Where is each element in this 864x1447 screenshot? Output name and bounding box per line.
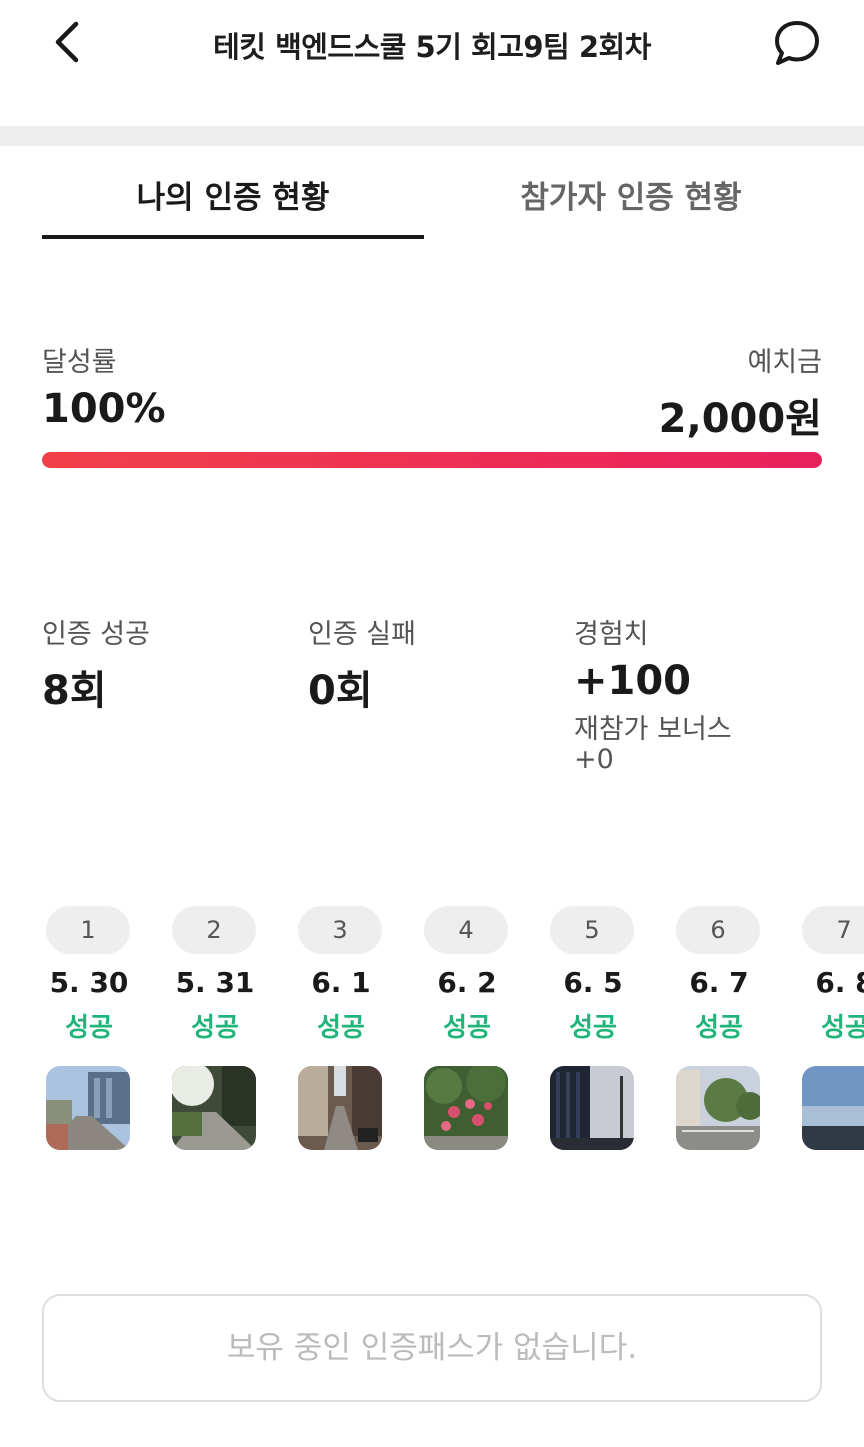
success-count: 8회 — [42, 668, 107, 714]
day-record: 5 6. 5 성공 — [550, 906, 636, 1150]
photo-thumbnail[interactable] — [550, 1066, 634, 1150]
photo-thumbnail[interactable] — [676, 1066, 760, 1150]
day-record: 4 6. 2 성공 — [424, 906, 510, 1150]
chevron-left-icon — [55, 21, 79, 63]
day-status: 성공 — [695, 1013, 743, 1043]
day-record: 6 6. 7 성공 — [676, 906, 762, 1150]
photo-thumbnail[interactable] — [802, 1066, 864, 1150]
success-label: 인증 성공 — [42, 619, 150, 650]
verification-pass-empty-message: 보유 중인 인증패스가 없습니다. — [42, 1294, 822, 1402]
top-header: 테킷 백엔드스쿨 5기 회고9팀 2회차 — [0, 0, 864, 90]
bonus-value: +0 — [574, 744, 614, 775]
photo-thumbnail[interactable] — [46, 1066, 130, 1150]
day-status: 성공 — [569, 1013, 617, 1043]
day-status: 성공 — [317, 1013, 365, 1043]
day-date: 5. 31 — [175, 966, 255, 999]
day-number-badge: 4 — [424, 906, 508, 954]
day-record: 3 6. 1 성공 — [298, 906, 384, 1150]
photo-thumbnail[interactable] — [424, 1066, 508, 1150]
deposit-value: 2,000원 — [658, 396, 822, 442]
achievement-progress-fill — [42, 452, 822, 468]
day-status: 성공 — [443, 1013, 491, 1043]
back-button[interactable] — [48, 18, 88, 66]
day-number-badge: 1 — [46, 906, 130, 954]
day-date: 6. 5 — [563, 966, 623, 999]
day-date: 5. 30 — [49, 966, 129, 999]
section-divider — [0, 126, 864, 146]
bonus-label: 재참가 보너스 — [574, 714, 732, 745]
day-date: 6. 7 — [689, 966, 749, 999]
day-record: 1 5. 30 성공 — [46, 906, 132, 1150]
day-status: 성공 — [65, 1013, 113, 1043]
day-status: 성공 — [821, 1013, 864, 1043]
photo-thumbnail[interactable] — [172, 1066, 256, 1150]
day-record: 7 6. 8 성공 — [802, 906, 864, 1150]
tab-participant-status[interactable]: 참가자 인증 현황 — [440, 172, 822, 217]
tab-my-status[interactable]: 나의 인증 현황 — [42, 172, 424, 217]
day-number-badge: 2 — [172, 906, 256, 954]
day-status: 성공 — [191, 1013, 239, 1043]
chat-button[interactable] — [770, 18, 824, 68]
exp-label: 경험치 — [574, 619, 649, 650]
day-record: 2 5. 31 성공 — [172, 906, 258, 1150]
fail-count: 0회 — [308, 668, 373, 714]
fail-label: 인증 실패 — [308, 619, 416, 650]
active-tab-indicator — [42, 235, 424, 239]
page-title: 테킷 백엔드스쿨 5기 회고9팀 2회차 — [213, 30, 651, 64]
day-number-badge: 7 — [802, 906, 864, 954]
photo-thumbnail[interactable] — [298, 1066, 382, 1150]
day-number-badge: 3 — [298, 906, 382, 954]
day-number-badge: 6 — [676, 906, 760, 954]
deposit-label: 예치금 — [747, 347, 822, 378]
day-date: 6. 2 — [437, 966, 497, 999]
day-date: 6. 8 — [815, 966, 864, 999]
rate-value: 100% — [42, 386, 166, 432]
rate-label: 달성률 — [42, 347, 117, 378]
chat-bubble-icon — [775, 21, 819, 65]
exp-value: +100 — [574, 658, 692, 704]
day-date: 6. 1 — [311, 966, 371, 999]
achievement-progress-bar — [42, 452, 822, 468]
day-number-badge: 5 — [550, 906, 634, 954]
